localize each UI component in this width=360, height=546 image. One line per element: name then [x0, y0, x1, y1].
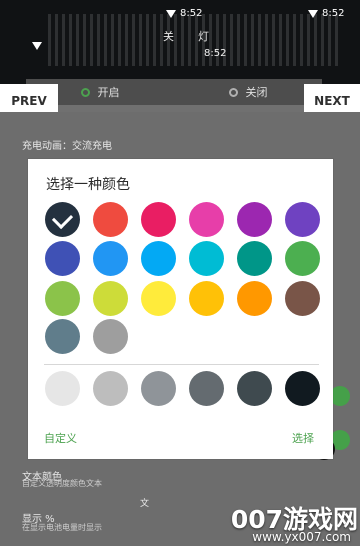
mode-segmented-control: 开启 关闭 [26, 79, 322, 105]
header-char-2: 灯 [198, 30, 209, 43]
color-swatch-blue[interactable] [93, 241, 128, 276]
mode-on-label: 开启 [97, 86, 120, 99]
toggle-switch[interactable] [330, 386, 350, 406]
dropdown-icon [32, 42, 42, 50]
top-dark-header: 8:52 8:52 关 灯 8:52 [0, 0, 360, 84]
color-swatch-grey[interactable] [93, 319, 128, 354]
grayscale-swatch-3[interactable] [141, 371, 176, 406]
color-swatch-indigo[interactable] [45, 241, 80, 276]
radio-icon-off [228, 87, 238, 97]
text-color-subtitle: 自定义透明度颜色文本 [22, 479, 102, 488]
color-swatch-lime[interactable] [93, 281, 128, 316]
color-swatch-dark-selected[interactable] [45, 202, 80, 237]
charging-animation-label: 充电动画：交流充电 [22, 141, 112, 152]
color-swatch-blue-grey[interactable] [45, 319, 80, 354]
color-swatch-pink[interactable] [141, 202, 176, 237]
grayscale-swatch-5[interactable] [237, 371, 272, 406]
radio-icon-on [80, 87, 90, 97]
status-bar-right: 8:52 [308, 8, 344, 19]
grayscale-swatch-6[interactable] [285, 371, 320, 406]
color-swatch-orange[interactable] [237, 281, 272, 316]
site-watermark-url: www.yx007.com [252, 530, 351, 544]
select-color-button[interactable]: 选择 [292, 430, 314, 446]
grayscale-swatch-2[interactable] [93, 371, 128, 406]
color-swatch-violet[interactable] [285, 202, 320, 237]
color-swatch-green[interactable] [285, 241, 320, 276]
status-time-right: 8:52 [322, 8, 345, 19]
header-distortion [48, 14, 338, 66]
color-swatch-red[interactable] [93, 202, 128, 237]
header-char-1: 关 [163, 30, 174, 43]
status-time-left: 8:52 [180, 8, 203, 19]
color-swatch-amber[interactable] [189, 281, 224, 316]
footer-mark: 文 [140, 499, 150, 509]
custom-color-button[interactable]: 自定义 [44, 430, 77, 446]
grayscale-swatch-1[interactable] [45, 371, 80, 406]
display-percent-subtitle: 在显示电池电量时显示 [22, 523, 102, 532]
grayscale-swatch-4[interactable] [189, 371, 224, 406]
color-swatch-magenta[interactable] [189, 202, 224, 237]
wifi-icon [166, 9, 176, 18]
mode-off-label: 关闭 [245, 86, 268, 99]
status-bar-left: 8:52 [166, 8, 202, 19]
color-swatch-cyan[interactable] [189, 241, 224, 276]
color-swatch-yellow[interactable] [141, 281, 176, 316]
header-time: 8:52 [204, 48, 227, 59]
dialog-title: 选择一种颜色 [46, 177, 130, 193]
color-swatch-light-green[interactable] [45, 281, 80, 316]
color-swatch-teal[interactable] [237, 241, 272, 276]
color-swatch-brown[interactable] [285, 281, 320, 316]
dialog-divider [44, 364, 319, 365]
color-picker-dialog: 选择一种颜色 自定义 选择 [28, 159, 333, 459]
wifi-icon-right [308, 9, 318, 18]
color-swatch-light-blue[interactable] [141, 241, 176, 276]
mode-off-option[interactable]: 关闭 [174, 79, 322, 105]
color-swatch-purple[interactable] [237, 202, 272, 237]
